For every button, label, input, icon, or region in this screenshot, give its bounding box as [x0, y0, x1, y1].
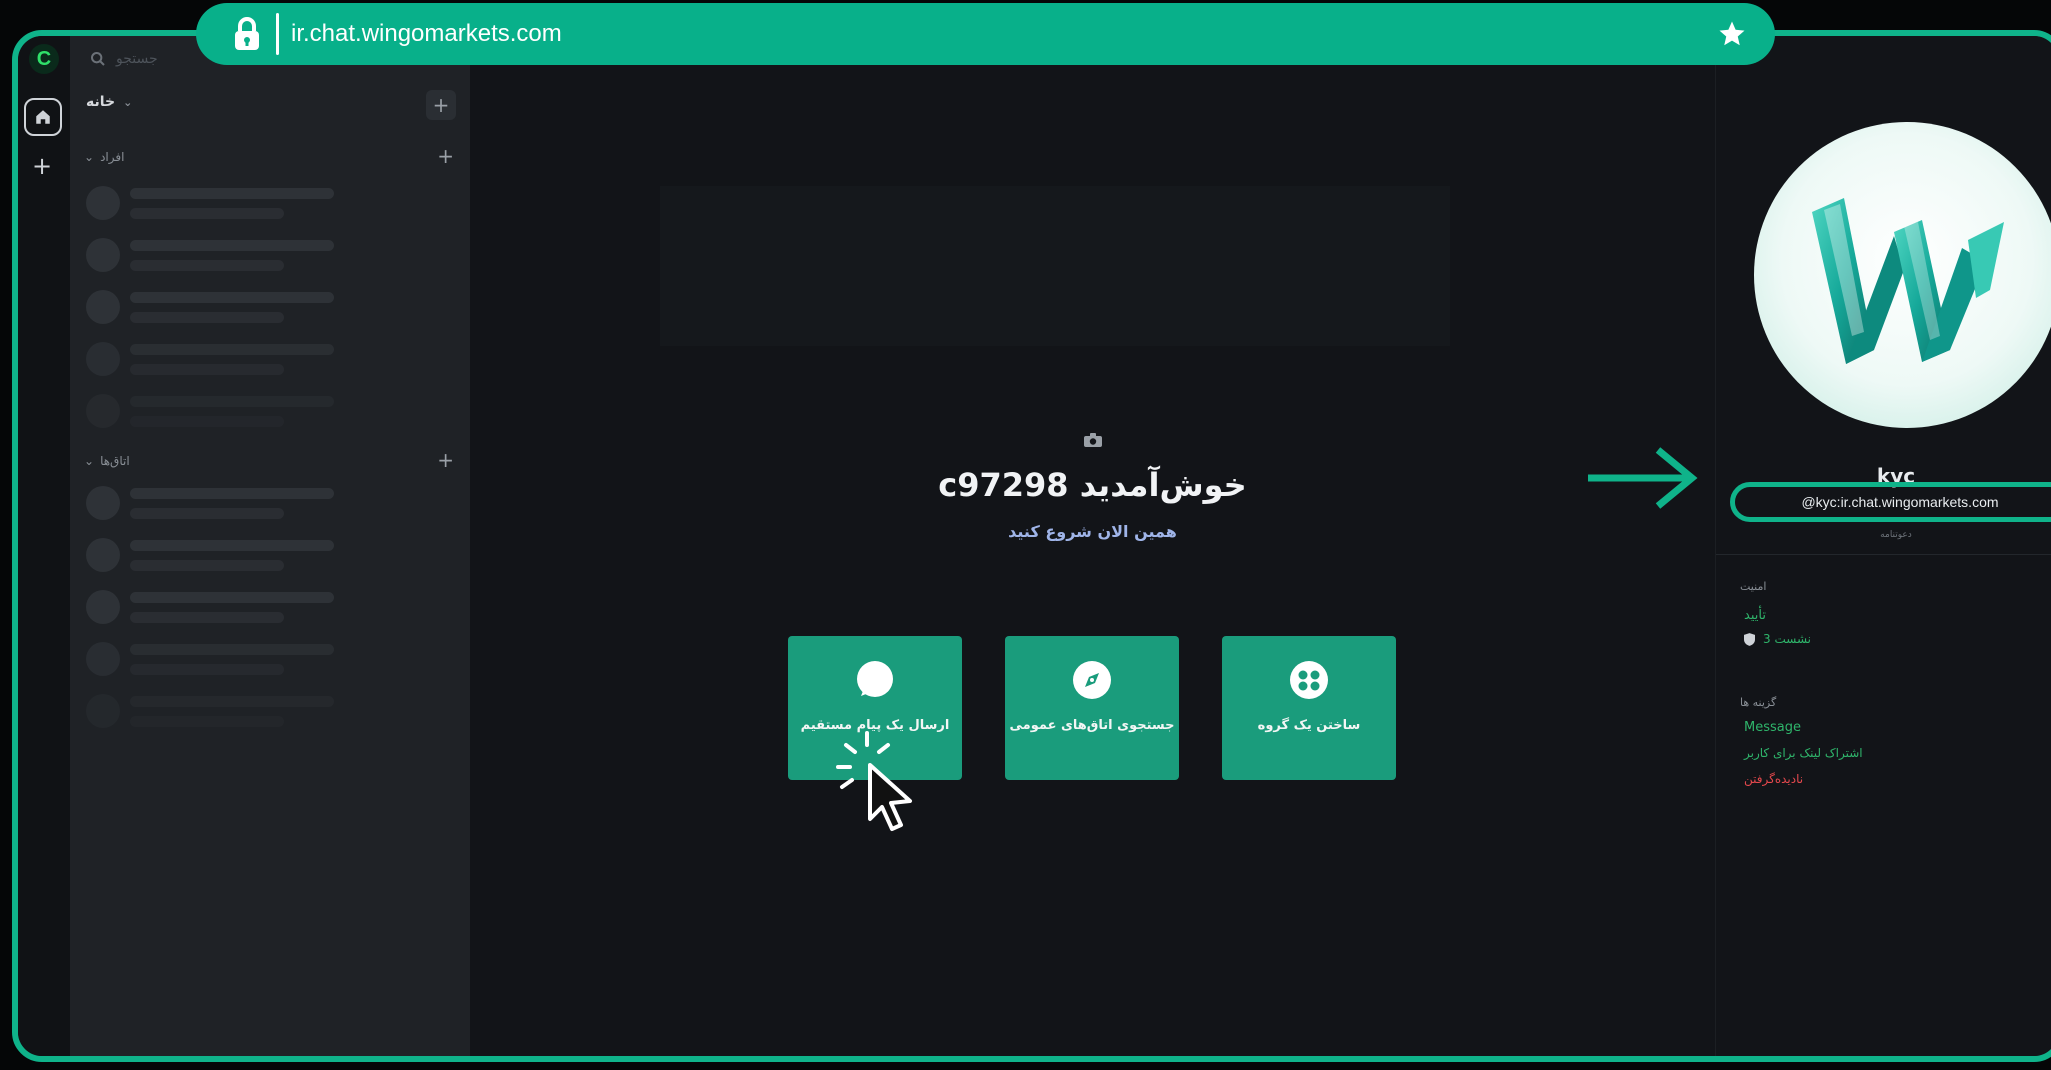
space-rail: C +	[18, 36, 70, 1056]
search-icon	[91, 52, 105, 66]
list-item	[86, 590, 386, 630]
app-logo[interactable]: C	[29, 44, 59, 74]
explore-rooms-label: جستجوی اتاق‌های عمومی	[1009, 718, 1175, 733]
list-item	[86, 538, 386, 578]
home-page: خوش‌آمدید c97298 همین الان شروع کنید ارس…	[470, 36, 1715, 1056]
home-header-label: خانه	[86, 94, 116, 110]
lock-icon	[232, 16, 262, 52]
list-item	[86, 290, 386, 330]
chevron-down-icon: ⌄	[123, 95, 133, 109]
avatar[interactable]	[1754, 122, 2051, 428]
people-section-label: افراد	[100, 150, 125, 164]
home-button[interactable]	[24, 98, 62, 136]
sessions-link[interactable]: 3 نشست	[1744, 632, 1811, 646]
add-space-button[interactable]: +	[32, 154, 52, 178]
user-id[interactable]: @kyc:ir.chat.wingomarkets.com	[1730, 482, 2051, 522]
cursor-click-icon	[836, 731, 912, 831]
list-item	[86, 394, 386, 434]
chat-bubble-icon	[857, 661, 893, 697]
list-item	[86, 186, 386, 226]
address-bar[interactable]: ir.chat.wingomarkets.com	[196, 3, 1775, 65]
welcome-title: خوش‌آمدید c97298	[938, 466, 1247, 504]
create-group-button[interactable]: ساختن یک گروه	[1222, 636, 1396, 780]
home-header[interactable]: خانه ⌄	[86, 94, 132, 110]
chevron-down-icon: ⌄	[84, 150, 95, 164]
create-group-label: ساختن یک گروه	[1257, 718, 1361, 733]
arrow-right-icon	[1588, 447, 1698, 509]
add-room-button[interactable]: +	[426, 90, 456, 120]
chevron-down-icon: ⌄	[84, 454, 95, 468]
url-text[interactable]: ir.chat.wingomarkets.com	[291, 20, 562, 48]
list-item	[86, 694, 386, 734]
options-heading: گزینه ها	[1740, 696, 1777, 709]
rooms-section-toggle[interactable]: ⌄ اتاق‌ها	[84, 454, 130, 468]
sessions-label: 3 نشست	[1763, 632, 1811, 646]
compass-icon	[1073, 661, 1111, 699]
app-window: C + جستجو خانه ⌄ + ⌄ افراد + ⌄ اتاق‌ها +	[12, 30, 2051, 1062]
invite-note: دعوتنامه	[1880, 530, 1912, 540]
room-sidebar: جستجو خانه ⌄ + ⌄ افراد + ⌄ اتاق‌ها +	[70, 36, 470, 1056]
list-item	[86, 342, 386, 382]
list-item	[86, 486, 386, 526]
home-icon	[36, 110, 50, 124]
group-icon	[1290, 661, 1328, 699]
user-info-panel: kyc @kyc:ir.chat.wingomarkets.com دعوتنا…	[1715, 36, 2051, 1056]
security-heading: امنیت	[1740, 580, 1767, 593]
add-person-button[interactable]: +	[437, 144, 454, 168]
people-section-toggle[interactable]: ⌄ افراد	[84, 150, 124, 164]
address-bar-divider	[276, 13, 279, 55]
message-link[interactable]: Message	[1744, 720, 1801, 735]
add-room-section-button[interactable]: +	[437, 448, 454, 472]
verify-link[interactable]: تأیید	[1744, 608, 1766, 623]
welcome-subtitle: همین الان شروع کنید	[1008, 522, 1177, 541]
camera-icon[interactable]	[1084, 432, 1102, 451]
divider	[1716, 554, 2051, 555]
rooms-section-label: اتاق‌ها	[100, 454, 130, 468]
search-placeholder: جستجو	[116, 51, 158, 67]
shield-icon	[1744, 632, 1755, 646]
share-link-option[interactable]: اشتراک لینک برای کاربر	[1744, 746, 1863, 760]
banner-placeholder	[660, 186, 1450, 346]
star-icon[interactable]	[1717, 19, 1747, 49]
list-item	[86, 238, 386, 278]
ignore-user-option[interactable]: نادیده‌گرفتن	[1744, 772, 1803, 786]
list-item	[86, 642, 386, 682]
explore-rooms-button[interactable]: جستجوی اتاق‌های عمومی	[1005, 636, 1179, 780]
